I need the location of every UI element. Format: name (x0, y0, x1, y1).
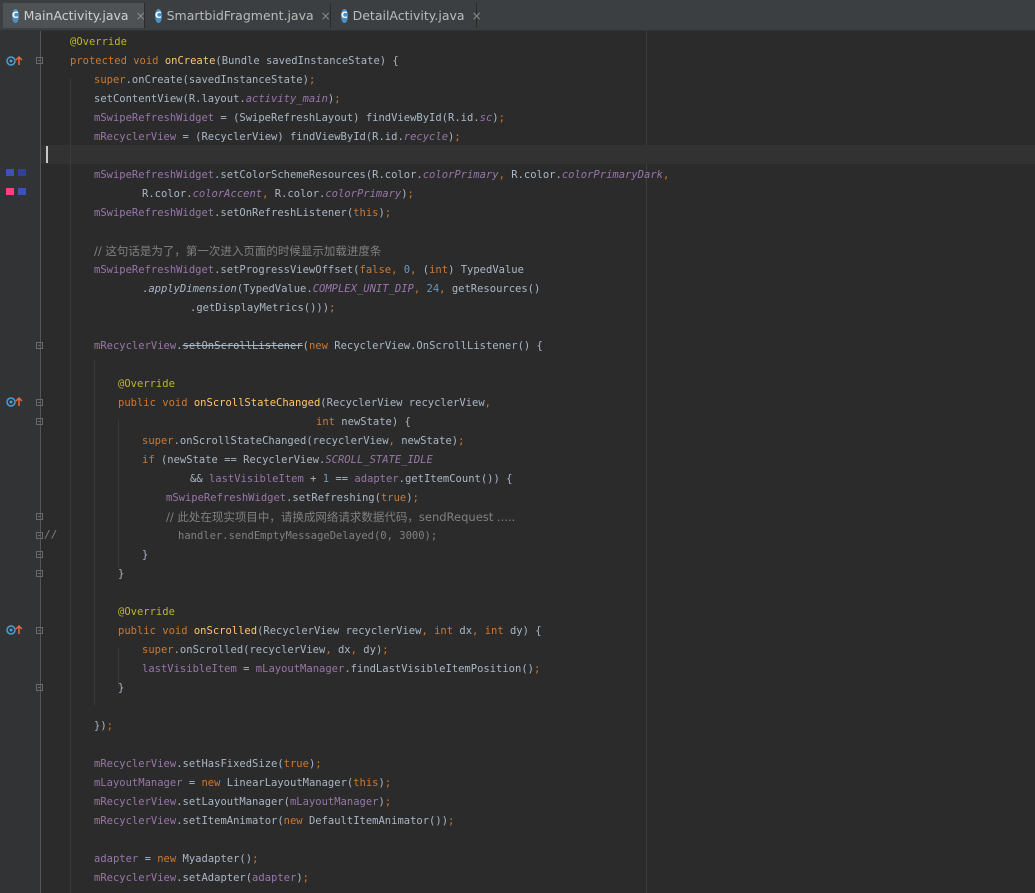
close-icon[interactable]: × (321, 9, 331, 23)
java-class-icon: C (155, 8, 162, 23)
code-line: } (118, 682, 125, 694)
code-line: public void onScrolled(RecyclerView recy… (118, 625, 542, 637)
code-line: @Override (70, 36, 127, 48)
code-line: int newState) { (316, 416, 411, 428)
code-line: adapter = new Myadapter(); (94, 853, 259, 865)
code-line: mRecyclerView.setLayoutManager(mLayoutMa… (94, 796, 392, 808)
editor-gutter (0, 31, 41, 893)
code-line: if (newState == RecyclerView.SCROLL_STAT… (142, 454, 433, 466)
code-line: mRecyclerView = (RecyclerView) findViewB… (94, 131, 461, 143)
code-line: mSwipeRefreshWidget.setColorSchemeResour… (94, 169, 670, 181)
color-primary-dark-swatch-icon[interactable] (18, 169, 26, 176)
current-line-highlight (41, 145, 1035, 164)
indent-guide (94, 360, 95, 705)
code-line: .getDisplayMetrics())); (190, 302, 336, 314)
override-method-icon[interactable] (6, 396, 24, 408)
text-caret (46, 146, 48, 163)
code-comment: // 这句话是为了，第一次进入页面的时候显示加载进度条 (94, 244, 382, 258)
override-method-icon[interactable] (6, 55, 24, 67)
fold-icon[interactable] (36, 399, 43, 406)
code-line: super.onScrolled(recyclerView, dx, dy); (142, 644, 389, 656)
tab-detail-activity[interactable]: C DetailActivity.java × (332, 3, 482, 28)
code-line: mRecyclerView.setItemAnimator(new Defaul… (94, 815, 455, 827)
code-line: }); (94, 720, 113, 732)
code-line: mRecyclerView.setOnScrollListener(new Re… (94, 340, 543, 352)
code-line: mSwipeRefreshWidget.setRefreshing(true); (166, 492, 419, 504)
override-method-icon[interactable] (6, 624, 24, 636)
fold-icon[interactable] (36, 342, 43, 349)
code-line: lastVisibleItem = mLayoutManager.findLas… (142, 663, 541, 675)
code-line: super.onScrollStateChanged(recyclerView,… (142, 435, 465, 447)
fold-icon[interactable] (36, 57, 43, 64)
code-line: mRecyclerView.setHasFixedSize(true); (94, 758, 322, 770)
code-line: public void onScrollStateChanged(Recycle… (118, 397, 491, 409)
color-primary-swatch-icon[interactable] (18, 188, 26, 195)
code-line: mRecyclerView.setAdapter(adapter); (94, 872, 309, 884)
fold-icon[interactable] (36, 532, 43, 539)
tab-label: SmartbidFragment.java (166, 8, 314, 23)
tab-main-activity[interactable]: C MainActivity.java × (3, 3, 146, 28)
fold-icon[interactable] (36, 418, 43, 425)
line-comment-marker: // (44, 528, 58, 541)
tab-label: DetailActivity.java (352, 8, 465, 23)
fold-icon[interactable] (36, 570, 43, 577)
close-icon[interactable]: × (472, 9, 482, 23)
code-line: protected void onCreate(Bundle savedInst… (70, 55, 399, 67)
java-class-icon: C (12, 8, 19, 23)
code-line: && lastVisibleItem + 1 == adapter.getIte… (190, 473, 513, 485)
code-comment: handler.sendEmptyMessageDelayed(0, 3000)… (178, 530, 438, 542)
code-line: @Override (118, 606, 175, 618)
color-accent-swatch-icon[interactable] (6, 188, 14, 195)
indent-guide (70, 78, 71, 893)
code-line: mSwipeRefreshWidget.setOnRefreshListener… (94, 207, 392, 219)
tab-label: MainActivity.java (23, 8, 129, 23)
indent-guide (118, 420, 119, 568)
code-line: } (118, 568, 125, 580)
fold-icon[interactable] (36, 684, 43, 691)
code-line: R.color.colorAccent, R.color.colorPrimar… (142, 188, 414, 200)
code-comment: // 此处在现实项目中，请换成网络请求数据代码，sendRequest ....… (166, 510, 516, 524)
close-icon[interactable]: × (136, 9, 146, 23)
code-line: .applyDimension(TypedValue.COMPLEX_UNIT_… (142, 283, 541, 295)
fold-icon[interactable] (36, 627, 43, 634)
java-class-icon: C (341, 8, 348, 23)
fold-icon[interactable] (36, 513, 43, 520)
color-primary-swatch-icon[interactable] (6, 169, 14, 176)
code-line: } (142, 549, 149, 561)
code-line: setContentView(R.layout.activity_main); (94, 93, 341, 105)
code-line: @Override (118, 378, 175, 390)
code-line: super.onCreate(savedInstanceState); (94, 74, 316, 86)
tab-smartbid-fragment[interactable]: C SmartbidFragment.java × (146, 3, 331, 28)
fold-icon[interactable] (36, 551, 43, 558)
code-line: mSwipeRefreshWidget.setProgressViewOffse… (94, 264, 524, 276)
editor-tab-bar: C MainActivity.java × C SmartbidFragment… (0, 0, 1035, 31)
code-line: mSwipeRefreshWidget = (SwipeRefreshLayou… (94, 112, 505, 124)
code-line: mLayoutManager = new LinearLayoutManager… (94, 777, 392, 789)
